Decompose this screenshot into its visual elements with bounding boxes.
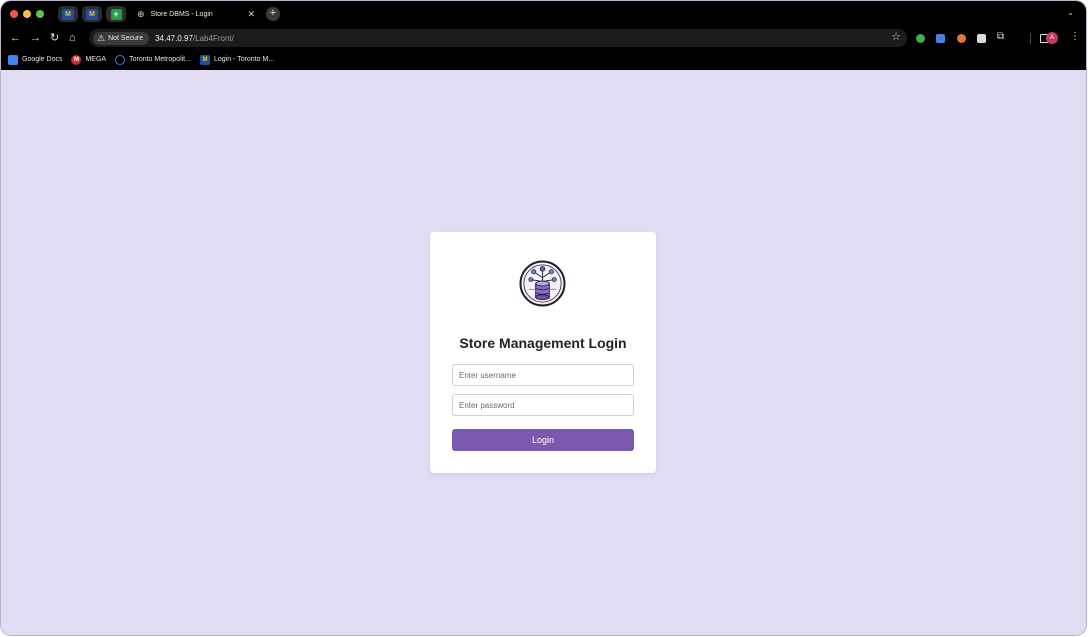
warning-icon: ⚠ [97, 32, 106, 43]
bookmark-label: MEGA [85, 56, 107, 63]
moodle-m-icon: M [62, 8, 74, 20]
tab-title: Store DBMS - Login [150, 10, 213, 18]
url-host: 34.47.0.97 [155, 33, 193, 43]
pinned-tab-2[interactable]: M [82, 6, 102, 22]
login-button[interactable]: Login [452, 429, 634, 451]
extensions-puzzle-icon[interactable]: ⧉ [997, 31, 1004, 42]
username-input[interactable] [452, 364, 634, 386]
bookmarks-bar: Google Docs M MEGA Toronto Metropolit...… [1, 49, 1086, 70]
bookmark-login-toronto[interactable]: M Login - Toronto M... [199, 54, 275, 65]
google-docs-icon [8, 54, 18, 65]
extension-green-icon[interactable] [916, 34, 925, 43]
tab-store-dbms-login[interactable]: ⊕ Store DBMS - Login ✕ [129, 5, 261, 23]
extension-blue-icon[interactable] [936, 34, 945, 43]
reload-icon[interactable]: ↻ [50, 30, 59, 46]
home-icon[interactable]: ⌂ [69, 30, 76, 46]
close-tab-icon[interactable]: ✕ [247, 9, 255, 20]
more-menu-icon[interactable]: ⋮ [1070, 31, 1080, 42]
bookmark-label: Login - Toronto M... [213, 56, 275, 63]
close-window-button[interactable] [10, 10, 18, 18]
bookmark-star-icon[interactable]: ☆ [891, 30, 901, 43]
window-controls [10, 10, 44, 18]
bookmark-toronto-metropolitan[interactable]: Toronto Metropolit... [115, 54, 191, 65]
extension-gray-icon[interactable] [977, 34, 986, 43]
page-title: Store Management Login [459, 335, 627, 351]
tmu-icon [115, 54, 126, 65]
bookmark-label: Toronto Metropolit... [129, 56, 191, 63]
extension-orange-icon[interactable] [957, 34, 966, 43]
moodle-m-icon: M [199, 54, 210, 65]
profile-avatar[interactable]: A [1046, 32, 1058, 44]
toolbar-divider [1030, 33, 1031, 44]
tab-search-chevron-icon[interactable]: ⌄ [1067, 8, 1074, 17]
moodle-m-icon: M [86, 8, 98, 20]
back-arrow-icon[interactable]: ← [10, 30, 21, 46]
security-label: Not Secure [108, 34, 144, 42]
forward-arrow-icon[interactable]: → [30, 30, 41, 46]
maximize-window-button[interactable] [36, 10, 44, 18]
mega-icon: M [71, 54, 82, 65]
url-path: /Lab4Front/ [192, 33, 234, 43]
bookmark-google-docs[interactable]: Google Docs [8, 54, 63, 65]
bookmark-label: Google Docs [22, 56, 63, 63]
password-input[interactable] [452, 394, 634, 416]
new-tab-button[interactable]: + [266, 7, 280, 21]
globe-icon: ⊕ [137, 8, 145, 19]
browser-window: M M + ⊕ Store DBMS - Login ✕ + ⌄ ← → ↻ ⌂… [1, 1, 1086, 635]
tab-strip: M M + ⊕ Store DBMS - Login ✕ + ⌄ [1, 1, 1086, 27]
sheets-icon: + [110, 8, 122, 20]
pinned-tab-1[interactable]: M [58, 6, 78, 22]
login-card: Store Management Login Login [430, 232, 656, 473]
page-content: Store Management Login Login [1, 70, 1086, 635]
database-network-logo-icon [519, 260, 566, 307]
url-text[interactable]: 34.47.0.97/Lab4Front/ [155, 34, 234, 43]
address-bar[interactable]: ⚠ Not Secure 34.47.0.97/Lab4Front/ ☆ [89, 29, 907, 47]
browser-toolbar: ← → ↻ ⌂ ⚠ Not Secure 34.47.0.97/Lab4Fron… [1, 27, 1086, 49]
security-chip[interactable]: ⚠ Not Secure [93, 31, 150, 45]
minimize-window-button[interactable] [23, 10, 31, 18]
pinned-tab-3[interactable]: + [106, 6, 126, 22]
bookmark-mega[interactable]: M MEGA [71, 54, 107, 65]
